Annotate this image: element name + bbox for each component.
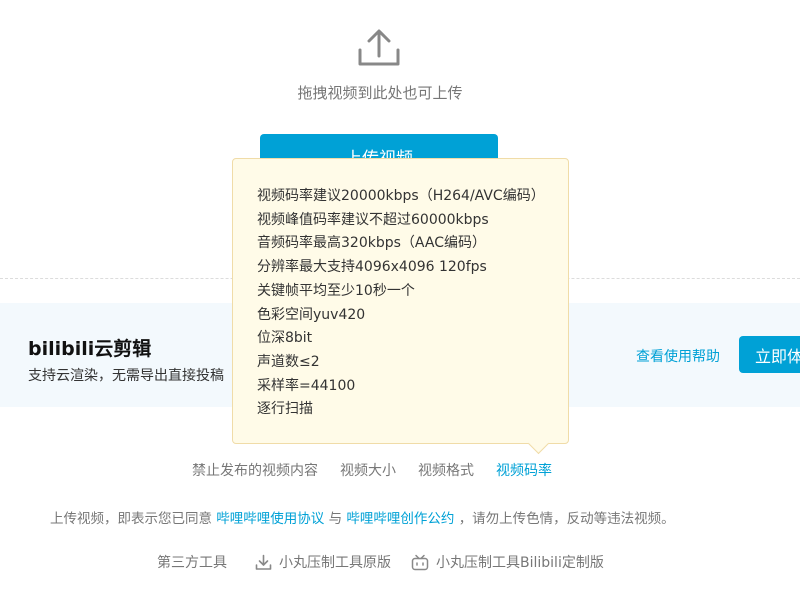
promo-title: bilibili云剪辑 [28,338,152,360]
tooltip-line: 色彩空间yuv420 [257,306,366,323]
tab-video-bitrate[interactable]: 视频码率 [496,460,552,480]
tab-prohibited-content[interactable]: 禁止发布的视频内容 [192,460,318,480]
tab-video-format[interactable]: 视频格式 [418,460,474,480]
agreement-text: 上传视频，即表示您已同意 哔哩哔哩使用协议 与 哔哩哔哩创作公约 ，请勿上传色情… [50,507,675,527]
agreement-prefix: 上传视频，即表示您已同意 [50,511,212,527]
third-party-tools: 第三方工具 小丸压制工具原版 小丸压制工具Bilibili定制版 [157,552,624,572]
tooltip-line: 声道数≤2 [257,353,320,370]
creator-convention-link[interactable]: 哔哩哔哩创作公约 [346,511,454,527]
help-link[interactable]: 查看使用帮助 [636,346,720,366]
tooltip-line: 分辨率最大支持4096x4096 120fps [257,259,487,276]
try-now-button[interactable]: 立即体验 [739,336,800,373]
tool-original-label: 小丸压制工具原版 [279,555,391,571]
tooltip-line: 关键帧平均至少10秒一个 [257,282,415,299]
agreement-mid: 与 [328,511,343,527]
bitrate-tooltip: 视频码率建议20000kbps（H264/AVC编码） 视频峰值码率建议不超过6… [232,158,569,455]
usage-agreement-link[interactable]: 哔哩哔哩使用协议 [216,511,324,527]
tooltip-line: 位深8bit [257,330,313,347]
tooltip-line: 视频码率建议20000kbps（H264/AVC编码） [257,188,545,204]
drag-upload-hint: 拖拽视频到此处也可上传 [297,84,463,102]
tooltip-line: 逐行扫描 [257,401,313,418]
tooltip-line: 采样率=44100 [257,377,356,394]
promo-description: 支持云渲染，无需导出直接投稿 [28,368,224,384]
agreement-suffix: ，请勿上传色情，反动等违法视频。 [458,511,675,527]
tool-bilibili-label: 小丸压制工具Bilibili定制版 [436,555,604,571]
tool-xiaowan-bilibili[interactable]: 小丸压制工具Bilibili定制版 [411,552,604,572]
download-icon [255,554,272,570]
tool-xiaowan-original[interactable]: 小丸压制工具原版 [255,552,391,572]
tooltip-line: 音频码率最高320kbps（AAC编码） [257,235,486,252]
tooltip-line: 视频峰值码率建议不超过60000kbps [257,211,489,228]
tab-video-size[interactable]: 视频大小 [340,460,396,480]
tooltip-arrow [527,432,550,455]
tools-label: 第三方工具 [157,555,227,571]
info-tabs: 禁止发布的视频内容 视频大小 视频格式 视频码率 [192,460,552,480]
upload-icon[interactable] [357,28,401,68]
bilibili-tv-icon [411,554,429,570]
